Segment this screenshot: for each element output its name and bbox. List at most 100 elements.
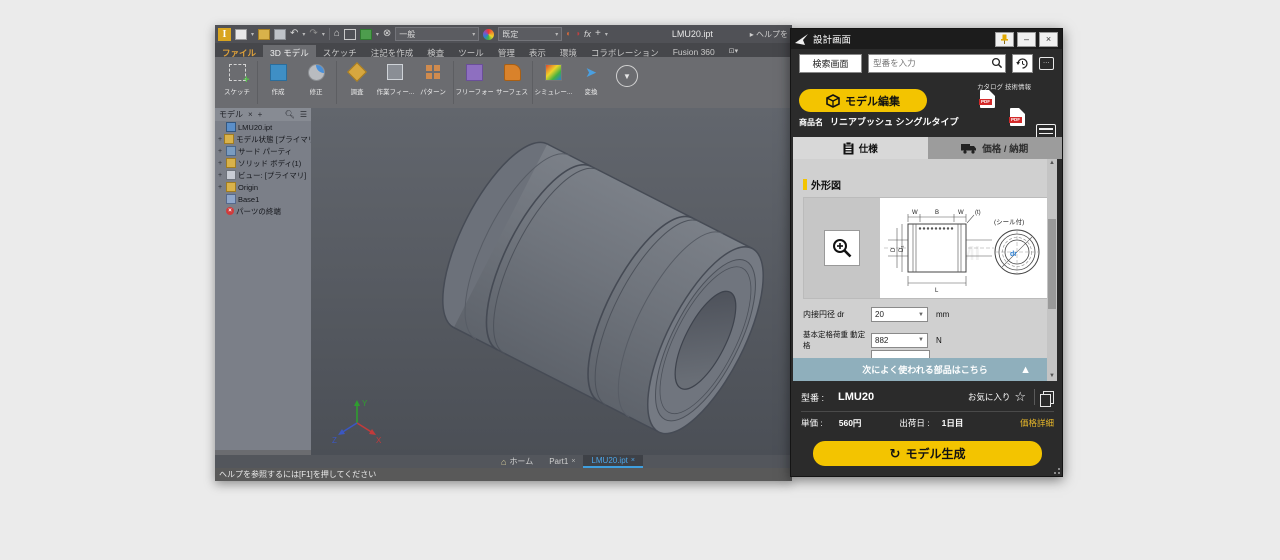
- ribbon-tab-fusion360[interactable]: Fusion 360: [666, 45, 722, 57]
- generate-model-button[interactable]: ↻ モデル生成: [813, 441, 1042, 466]
- ribbon-button-work-features[interactable]: 作業フィー...: [376, 57, 414, 108]
- band-arrow-icon[interactable]: ▲: [1020, 364, 1031, 376]
- open-file-icon[interactable]: [258, 29, 270, 40]
- pin-button[interactable]: [995, 32, 1014, 47]
- ribbon-collapse-button[interactable]: ▼: [616, 65, 638, 87]
- ribbon-button-surface[interactable]: サーフェス: [493, 57, 531, 108]
- dropdown-icon[interactable]: ▾: [302, 31, 305, 38]
- model-edit-button[interactable]: モデル編集: [799, 89, 927, 112]
- scroll-down-icon[interactable]: ▼: [1047, 372, 1057, 381]
- add-browser-icon[interactable]: +: [258, 110, 263, 119]
- history-button[interactable]: [1012, 54, 1033, 73]
- tree-item-third-party[interactable]: +サード パーティ: [215, 145, 311, 157]
- qat-customize-icon[interactable]: ▾: [605, 31, 608, 38]
- third-party-icon: [226, 146, 236, 156]
- tree-item-base1[interactable]: Base1: [215, 193, 311, 205]
- dim-b: B: [935, 210, 939, 216]
- scroll-up-icon[interactable]: ▲: [1047, 159, 1057, 168]
- ribbon-tab-annotate[interactable]: 注記を作成: [364, 45, 421, 57]
- dropdown-icon[interactable]: ▾: [376, 31, 379, 38]
- viewport-3d[interactable]: Y X Z: [311, 108, 792, 455]
- measure-plus-icon[interactable]: +: [595, 29, 601, 39]
- ribbon-tab-view[interactable]: 表示: [522, 45, 553, 57]
- dropdown-icon[interactable]: ▾: [322, 31, 325, 38]
- no-material-icon[interactable]: ⊗: [383, 29, 391, 39]
- appearance-select[interactable]: 既定▾: [498, 27, 562, 41]
- tab-part1[interactable]: Part1×: [541, 455, 583, 468]
- material-icon[interactable]: [360, 29, 372, 40]
- home-icon[interactable]: ⌂: [334, 29, 340, 39]
- ribbon-button-simulation[interactable]: シミュレー...: [534, 57, 572, 108]
- surface-icon: [504, 64, 521, 81]
- clear-appearance-icon[interactable]: ◑: [575, 29, 580, 39]
- redo-icon[interactable]: ↷: [309, 29, 317, 39]
- ribbon-button-create[interactable]: 作成: [259, 57, 297, 108]
- hamburger-icon[interactable]: ☰: [300, 110, 307, 119]
- tab-lmu20[interactable]: LMU20.ipt×: [583, 455, 643, 468]
- parameters-fx-icon[interactable]: fx: [584, 29, 591, 39]
- copy-icon[interactable]: [1043, 391, 1054, 404]
- next-parts-band[interactable]: 次によく使われる部品はこちら ▲: [793, 358, 1057, 381]
- tab-specification[interactable]: 仕様: [793, 137, 928, 159]
- divider: [801, 411, 1054, 412]
- close-icon[interactable]: ×: [248, 110, 253, 119]
- help-search[interactable]: ▸ ヘルプを: [750, 29, 788, 40]
- adjust-icon[interactable]: ◐: [566, 29, 571, 39]
- part-no-label: 型番 :: [801, 391, 824, 404]
- save-icon[interactable]: [274, 29, 286, 40]
- ribbon-button-sketch[interactable]: スケッチ: [218, 57, 256, 108]
- tech-info-pdf-icon[interactable]: PDF: [1010, 108, 1025, 126]
- tree-item-view[interactable]: +ビュー: [プライマリ]: [215, 169, 311, 181]
- ribbon-tab-3d-model[interactable]: 3D モデル: [263, 45, 316, 57]
- ribbon-tab-inspect[interactable]: 検査: [420, 45, 451, 57]
- close-icon[interactable]: ×: [571, 458, 575, 465]
- undo-icon[interactable]: ↶: [290, 29, 298, 39]
- dropdown-icon[interactable]: ▾: [251, 31, 254, 38]
- drawing-zoom-button[interactable]: [824, 230, 860, 266]
- price-detail-link[interactable]: 価格詳細: [1020, 417, 1054, 429]
- ribbon-button-inspect[interactable]: 調査: [338, 57, 376, 108]
- color-wheel-icon[interactable]: [483, 29, 494, 40]
- view-icon[interactable]: [344, 29, 356, 40]
- content-scrollbar[interactable]: ▲ ▼: [1047, 159, 1057, 381]
- favorite-star-icon[interactable]: ☆: [1014, 389, 1026, 405]
- comment-bubble-icon[interactable]: …: [1039, 57, 1054, 70]
- tree-item-model-states[interactable]: +モデル状態 [プライマリ]: [215, 133, 311, 145]
- tree-item-origin[interactable]: +Origin: [215, 181, 311, 193]
- tree-item-root[interactable]: LMU20.ipt: [215, 121, 311, 133]
- ribbon-tab-environments[interactable]: 環境: [553, 45, 584, 57]
- ribbon-button-pattern[interactable]: パターン: [414, 57, 452, 108]
- window-title: LMU20.ipt: [672, 29, 713, 39]
- tab-home[interactable]: ⌂ホーム: [493, 455, 541, 468]
- resize-grip[interactable]: [1052, 466, 1060, 474]
- ribbon-button-modify[interactable]: 修正: [297, 57, 335, 108]
- tab-price-delivery[interactable]: 価格 / 納期: [928, 137, 1063, 159]
- minimize-button[interactable]: –: [1017, 32, 1036, 47]
- new-file-icon[interactable]: [235, 29, 247, 40]
- folder-icon: [224, 134, 234, 144]
- ribbon-button-convert[interactable]: ➤変換: [572, 57, 610, 108]
- scrollbar-thumb[interactable]: [1048, 219, 1056, 309]
- tree-item-end-of-part[interactable]: ×パーツの終端: [215, 205, 311, 217]
- search-icon[interactable]: 🔍︎: [285, 110, 295, 119]
- browser-header: モデル × + 🔍︎ ☰: [215, 108, 311, 121]
- rated-load-select[interactable]: 882▼: [871, 333, 928, 348]
- tree-item-solid-bodies[interactable]: +ソリッド ボディ(1): [215, 157, 311, 169]
- bore-diameter-select[interactable]: 20▼: [871, 307, 928, 322]
- ribbon-tab-file[interactable]: ファイル: [215, 45, 263, 57]
- close-icon[interactable]: ×: [631, 457, 635, 464]
- search-icon[interactable]: [991, 57, 1003, 69]
- ribbon-tab-manage[interactable]: 管理: [491, 45, 522, 57]
- ribbon-button-freeform[interactable]: フリーフォー...: [455, 57, 493, 108]
- search-input[interactable]: [869, 58, 990, 68]
- ribbon-tab-sketch[interactable]: スケッチ: [316, 45, 364, 57]
- search-screen-button[interactable]: 検索画面: [799, 54, 862, 73]
- ribbon-tab-collaborate[interactable]: コラボレーション: [584, 45, 666, 57]
- ribbon-display-icon[interactable]: ⊡▾: [722, 45, 745, 57]
- ribbon-tab-tools[interactable]: ツール: [451, 45, 491, 57]
- catalog-pdf-icon[interactable]: PDF: [980, 90, 995, 108]
- unit-price-value: 560円: [839, 417, 862, 429]
- close-button[interactable]: ×: [1039, 32, 1058, 47]
- material-select[interactable]: 一般▾: [395, 27, 479, 41]
- inventor-logo-icon[interactable]: I: [218, 28, 231, 41]
